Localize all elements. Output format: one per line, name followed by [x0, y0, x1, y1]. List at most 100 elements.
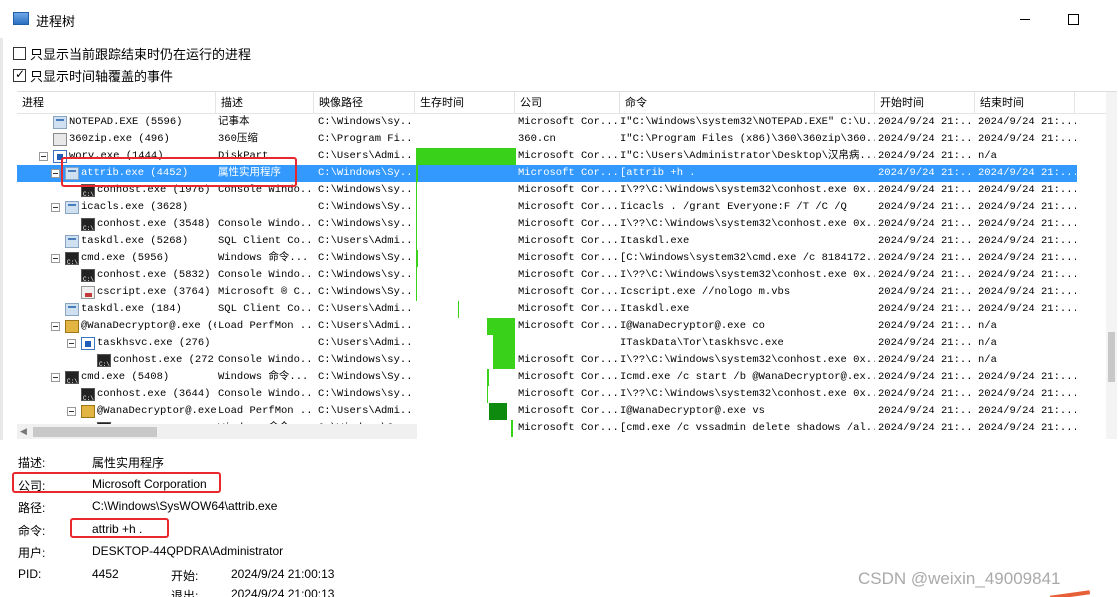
process-row[interactable]: cmd.exe (5956) Windows 命令... C:\Windows\Sy… — [17, 250, 1077, 271]
cell-start: 2024/9/24 21:... — [878, 167, 975, 179]
cell-cmd: I"C:\Windows\system32\NOTEPAD.EXE" C:\U.… — [620, 116, 875, 128]
option-timeline-only[interactable]: 只显示时间轴覆盖的事件 — [13, 66, 173, 85]
process-row[interactable]: @WanaDecryptor@.exe Load PerfMon ... C:\Us… — [17, 403, 1077, 420]
process-row[interactable]: taskhsvc.exe (276) C:\Users\Admi... ITaskD… — [17, 335, 1077, 352]
process-row[interactable]: icacls.exe (3628) C:\Windows\Sy... Microso… — [17, 199, 1077, 216]
cell-desc: Console Windo... — [218, 354, 314, 366]
cell-company: Microsoft Cor... — [518, 184, 619, 196]
maximize-button[interactable] — [1060, 7, 1088, 31]
collapse-toggle-icon[interactable] — [51, 254, 60, 263]
cell-company: Microsoft Cor... — [518, 252, 619, 264]
lifetime-bar — [416, 182, 417, 199]
collapse-toggle-icon[interactable] — [39, 152, 48, 161]
cell-start: 2024/9/24 21:... — [878, 303, 975, 315]
process-row[interactable]: conhost.exe (1976) Console Windo... C:\Win… — [17, 182, 1077, 203]
option-running-only-checkbox[interactable] — [13, 47, 26, 60]
cell-cmd: I\??\C:\Windows\system32\conhost.exe 0x.… — [620, 388, 875, 400]
cell-start: 2024/9/24 21:... — [878, 371, 975, 383]
horizontal-scrollbar[interactable]: ◀ — [17, 424, 417, 439]
option-timeline-only-checkbox[interactable] — [13, 67, 26, 82]
process-icon — [65, 201, 79, 214]
horizontal-scrollbar-thumb[interactable] — [33, 427, 157, 437]
column-header-description[interactable]: 描述 — [216, 92, 314, 114]
process-row[interactable]: taskdl.exe (184) SQL Client Co... C:\Users… — [17, 301, 1077, 318]
lifetime-bar — [487, 369, 489, 386]
column-header-command[interactable]: 命令 — [620, 92, 875, 114]
cell-path: C:\Windows\sy... — [318, 184, 414, 196]
process-row[interactable]: cscript.exe (3764) Microsoft ® C... C:\Win… — [17, 284, 1077, 301]
process-row[interactable]: conhost.exe (5832) Console Windo... C:\Win… — [17, 267, 1077, 288]
process-icon — [81, 388, 95, 407]
process-row[interactable]: 360zip.exe (496) 360压缩 C:\Program Fi... 360… — [17, 131, 1077, 148]
cell-company: Microsoft Cor... — [518, 269, 619, 281]
detail-pid-value: 4452 — [92, 567, 119, 581]
cell-start: 2024/9/24 21:... — [878, 405, 975, 417]
lifetime-bar — [416, 148, 516, 165]
cell-path: C:\Windows\Sy... — [318, 201, 414, 213]
cell-cmd: Itaskdl.exe — [620, 235, 690, 247]
cell-end: n/a — [978, 337, 997, 349]
process-row[interactable]: taskdl.exe (5268) SQL Client Co... C:\User… — [17, 233, 1077, 250]
collapse-toggle-icon[interactable] — [67, 339, 76, 348]
cell-cmd: ITaskData\Tor\taskhsvc.exe — [620, 337, 784, 349]
cell-end: 2024/9/24 21:... — [978, 201, 1076, 213]
process-icon — [81, 184, 95, 203]
process-row[interactable]: conhost.exe (3644) Console Windo... C:\Win… — [17, 386, 1077, 407]
cell-start: 2024/9/24 21:... — [878, 133, 975, 145]
column-header-end-time[interactable]: 结束时间 — [975, 92, 1075, 114]
detail-path-label: 路径: — [18, 501, 46, 515]
cell-end: 2024/9/24 21:... — [978, 133, 1076, 145]
process-icon — [65, 252, 79, 271]
column-header-company[interactable]: 公司 — [515, 92, 620, 114]
scroll-left-arrow-icon[interactable]: ◀ — [20, 426, 27, 437]
column-header-process[interactable]: 进程 — [17, 92, 216, 114]
detail-command-value: attrib +h . — [92, 522, 143, 536]
cell-cmd: [cmd.exe /c vssadmin delete shadows /al.… — [620, 422, 875, 434]
process-tree-list[interactable]: 进程 描述 映像路径 生存时间 公司 命令 开始时间 结束时间 NOTEPAD.… — [17, 91, 1117, 439]
cell-name: @WanaDecryptor@.exe — [97, 405, 216, 417]
cell-start: 2024/9/24 21:... — [878, 269, 975, 281]
collapse-toggle-icon[interactable] — [51, 203, 60, 212]
cell-company: 360.cn — [518, 133, 556, 145]
cell-cmd: I\??\C:\Windows\system32\conhost.exe 0x.… — [620, 184, 875, 196]
process-icon — [65, 235, 79, 248]
collapse-toggle-icon[interactable] — [51, 373, 60, 382]
cell-cmd: Itaskdl.exe — [620, 303, 690, 315]
cell-desc: Windows 命令... — [218, 252, 309, 264]
cell-company: Microsoft Cor... — [518, 235, 619, 247]
cell-cmd: Icmd.exe /c start /b @WanaDecryptor@.ex.… — [620, 371, 875, 383]
process-row[interactable]: worv.exe (1444) DiskPart C:\Users\Admi... M… — [17, 148, 1077, 165]
process-icon — [65, 167, 79, 180]
process-row[interactable]: NOTEPAD.EXE (5596) 记事本 C:\Windows\sy... Mic… — [17, 114, 1077, 131]
column-header-lifetime[interactable]: 生存时间 — [415, 92, 515, 114]
collapse-toggle-icon[interactable] — [51, 169, 60, 178]
process-icon — [81, 218, 95, 237]
cell-start: 2024/9/24 21:... — [878, 150, 975, 162]
detail-company-value: Microsoft Corporation — [92, 477, 207, 491]
process-row[interactable]: conhost.exe (272 Console Windo... C:\Windo… — [17, 352, 1077, 373]
cell-start: 2024/9/24 21:... — [878, 201, 975, 213]
lifetime-bar — [416, 216, 417, 233]
lifetime-bar — [416, 250, 418, 267]
vertical-scrollbar-thumb[interactable] — [1108, 332, 1115, 382]
column-header-start-time[interactable]: 开始时间 — [875, 92, 975, 114]
process-row[interactable]: attrib.exe (4452) 属性实用程序 C:\Windows\Sy... M… — [17, 165, 1077, 182]
cell-end: 2024/9/24 21:... — [978, 218, 1076, 230]
column-header-image-path[interactable]: 映像路径 — [314, 92, 415, 114]
cell-cmd: I"C:\Program Files (x86)\360\360zip\360.… — [620, 133, 875, 145]
detail-exit-value: 2024/9/24 21:00:13 — [231, 587, 335, 597]
cell-path: C:\Users\Admi... — [318, 337, 414, 349]
process-row[interactable]: conhost.exe (3548) Console Windo... C:\Win… — [17, 216, 1077, 237]
cell-cmd: Icscript.exe //nologo m.vbs — [620, 286, 791, 298]
process-row[interactable]: @WanaDecryptor@.exe (6 Load PerfMon ... C:… — [17, 318, 1077, 335]
cell-company: Microsoft Cor... — [518, 150, 619, 162]
minimize-button[interactable] — [1012, 7, 1040, 31]
lifetime-bar — [416, 267, 417, 284]
collapse-toggle-icon[interactable] — [67, 407, 76, 416]
option-running-only[interactable]: 只显示当前跟踪结束时仍在运行的进程 — [13, 44, 251, 63]
process-row[interactable]: cmd.exe (5408) Windows 命令... C:\Windows\Sy… — [17, 369, 1077, 390]
collapse-toggle-icon[interactable] — [51, 322, 60, 331]
cell-company: Microsoft Cor... — [518, 167, 619, 179]
vertical-scrollbar[interactable] — [1106, 92, 1117, 439]
lifetime-bar — [487, 386, 488, 403]
